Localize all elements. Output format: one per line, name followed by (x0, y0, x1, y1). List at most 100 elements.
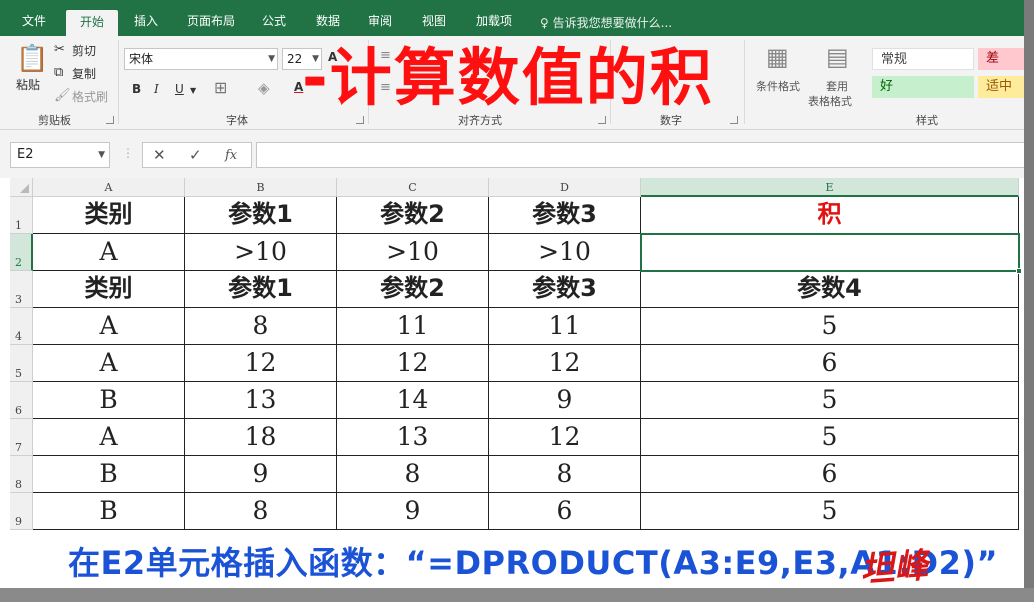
cell-e4[interactable]: 5 (641, 308, 1019, 345)
column-header-e[interactable]: E (641, 178, 1019, 197)
cell-d1[interactable]: 参数3 (489, 197, 641, 234)
style-normal[interactable]: 常规 (872, 48, 974, 70)
cell-c2[interactable]: >10 (337, 234, 489, 271)
tab-data[interactable]: 数据 (306, 8, 350, 36)
row-header-5[interactable]: 5 (10, 345, 33, 382)
tab-formulas[interactable]: 公式 (252, 8, 296, 36)
tab-file[interactable]: 文件 (10, 8, 58, 36)
row-header-8[interactable]: 8 (10, 456, 33, 493)
select-all-corner[interactable] (10, 178, 33, 197)
cell-c9[interactable]: 9 (337, 493, 489, 530)
column-header-d[interactable]: D (489, 178, 641, 197)
enter-icon[interactable]: ✓ (189, 146, 202, 164)
fill-color-icon[interactable]: ◈ (258, 80, 270, 96)
cell-c3[interactable]: 参数2 (337, 271, 489, 308)
copy-icon[interactable]: ⧉ (54, 65, 63, 81)
font-name-combo[interactable]: 宋体 ▼ (124, 48, 278, 70)
italic-button[interactable]: I (154, 82, 159, 96)
cell-a3[interactable]: 类别 (33, 271, 185, 308)
cell-a6[interactable]: B (33, 382, 185, 419)
tab-addins[interactable]: 加载项 (466, 8, 522, 36)
row-header-9[interactable]: 9 (10, 493, 33, 530)
cell-b9[interactable]: 8 (185, 493, 337, 530)
cell-a2[interactable]: A (33, 234, 185, 271)
cancel-icon[interactable]: ✕ (153, 146, 166, 164)
number-launcher-icon[interactable] (730, 116, 738, 124)
conditional-format-button[interactable]: 条件格式 (756, 78, 800, 94)
row-header-2[interactable]: 2 (10, 234, 33, 271)
cell-a8[interactable]: B (33, 456, 185, 493)
row-header-1[interactable]: 1 (10, 197, 33, 234)
column-header-c[interactable]: C (337, 178, 489, 197)
cell-c1[interactable]: 参数2 (337, 197, 489, 234)
format-as-table-line1[interactable]: 套用 (826, 78, 848, 94)
cell-a7[interactable]: A (33, 419, 185, 456)
cell-d2[interactable]: >10 (489, 234, 641, 271)
cell-b6[interactable]: 13 (185, 382, 337, 419)
cell-b2[interactable]: >10 (185, 234, 337, 271)
cell-e1[interactable]: 积 (641, 197, 1019, 234)
cell-a1[interactable]: 类别 (33, 197, 185, 234)
format-as-table-icon[interactable]: ▤ (826, 44, 849, 70)
style-bad[interactable]: 差 (978, 48, 1024, 70)
underline-button[interactable]: U (175, 82, 184, 96)
cell-d6[interactable]: 9 (489, 382, 641, 419)
cell-e5[interactable]: 6 (641, 345, 1019, 382)
cell-b1[interactable]: 参数1 (185, 197, 337, 234)
cell-b3[interactable]: 参数1 (185, 271, 337, 308)
cell-c4[interactable]: 11 (337, 308, 489, 345)
row-header-7[interactable]: 7 (10, 419, 33, 456)
row-header-6[interactable]: 6 (10, 382, 33, 419)
row-header-4[interactable]: 4 (10, 308, 33, 345)
cell-c5[interactable]: 12 (337, 345, 489, 382)
row-header-3[interactable]: 3 (10, 271, 33, 308)
cell-b4[interactable]: 8 (185, 308, 337, 345)
cell-a4[interactable]: A (33, 308, 185, 345)
cell-e7[interactable]: 5 (641, 419, 1019, 456)
tab-insert[interactable]: 插入 (124, 8, 168, 36)
cell-d8[interactable]: 8 (489, 456, 641, 493)
chevron-down-icon[interactable]: ▼ (190, 83, 196, 99)
cell-a5[interactable]: A (33, 345, 185, 382)
cell-c7[interactable]: 13 (337, 419, 489, 456)
tell-me-box[interactable]: ♀ 告诉我您想要做什么... (540, 14, 672, 31)
name-box[interactable]: E2 ▼ (10, 142, 110, 168)
clipboard-launcher-icon[interactable] (106, 116, 114, 124)
cell-e9[interactable]: 5 (641, 493, 1019, 530)
conditional-format-icon[interactable]: ▦ (766, 44, 789, 70)
copy-button[interactable]: 复制 (72, 65, 96, 82)
column-header-b[interactable]: B (185, 178, 337, 197)
cell-e8[interactable]: 6 (641, 456, 1019, 493)
fill-handle[interactable] (1016, 268, 1022, 274)
cell-d4[interactable]: 11 (489, 308, 641, 345)
scissors-icon[interactable]: ✂ (54, 42, 65, 58)
cell-d9[interactable]: 6 (489, 493, 641, 530)
tab-review[interactable]: 审阅 (358, 8, 402, 36)
cut-button[interactable]: 剪切 (72, 42, 96, 59)
column-header-a[interactable]: A (33, 178, 185, 197)
format-painter-icon[interactable]: 🖌 (54, 88, 71, 104)
bold-button[interactable]: B (132, 82, 141, 96)
style-neutral[interactable]: 适中 (978, 76, 1024, 98)
insert-function-icon[interactable]: fx (225, 148, 237, 163)
cell-b8[interactable]: 9 (185, 456, 337, 493)
cell-b5[interactable]: 12 (185, 345, 337, 382)
style-good[interactable]: 好 (872, 76, 974, 98)
cell-b7[interactable]: 18 (185, 419, 337, 456)
tab-page-layout[interactable]: 页面布局 (176, 8, 246, 36)
border-icon[interactable]: ⊞ (214, 80, 227, 96)
cell-d3[interactable]: 参数3 (489, 271, 641, 308)
cell-a9[interactable]: B (33, 493, 185, 530)
cell-e6[interactable]: 5 (641, 382, 1019, 419)
formula-input[interactable] (256, 142, 1026, 168)
cell-d5[interactable]: 12 (489, 345, 641, 382)
tab-home[interactable]: 开始 (66, 10, 118, 36)
tab-view[interactable]: 视图 (412, 8, 456, 36)
format-as-table-line2[interactable]: 表格格式 (808, 93, 852, 109)
cell-e3[interactable]: 参数4 (641, 271, 1019, 308)
cell-c8[interactable]: 8 (337, 456, 489, 493)
paste-icon[interactable]: 📋 (16, 44, 48, 74)
paste-button[interactable]: 粘贴 (16, 76, 40, 93)
cell-c6[interactable]: 14 (337, 382, 489, 419)
format-painter-button[interactable]: 格式刷 (72, 88, 108, 105)
